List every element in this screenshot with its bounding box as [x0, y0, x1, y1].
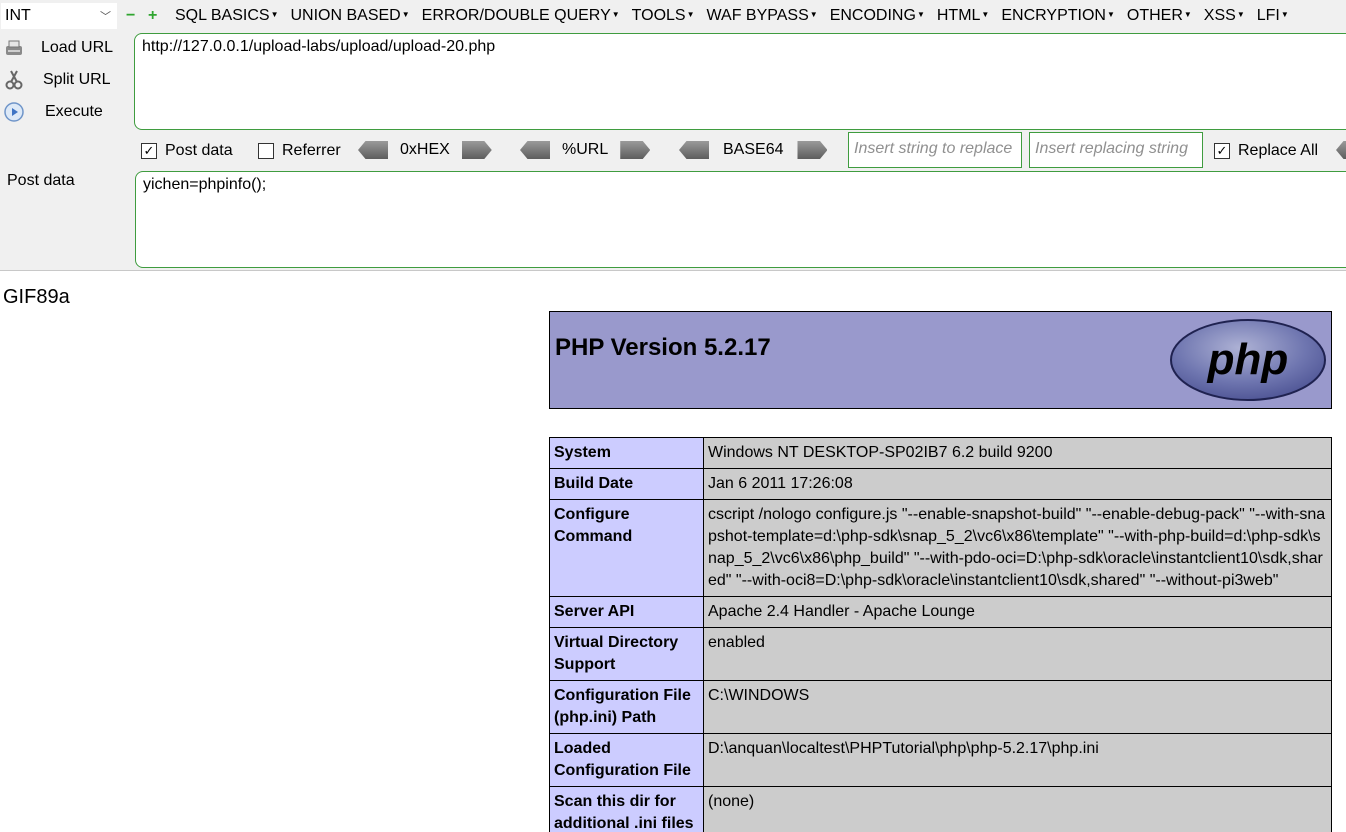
table-row: Configure Command cscript /nologo config… — [549, 499, 1332, 597]
replace-string-input[interactable]: Insert string to replace — [848, 132, 1022, 168]
split-url-button[interactable]: Split URL — [0, 66, 111, 94]
base64-decode-arrow-icon[interactable] — [679, 141, 709, 159]
menu-lfi[interactable]: LFI▼ — [1257, 7, 1289, 25]
post-data-label: Post data — [7, 172, 75, 189]
menu-items: SQL BASICS▼ UNION BASED▼ ERROR/DOUBLE QU… — [175, 0, 1301, 32]
table-row: Virtual Directory Support enabled — [549, 627, 1332, 681]
base64-encoder: BASE64 — [679, 141, 828, 159]
row-value: Jan 6 2011 17:26:08 — [703, 468, 1332, 500]
injection-type-select[interactable]: INT ﹀ — [0, 2, 118, 30]
replace-all-label: Replace All — [1238, 142, 1319, 159]
hex-encode-arrow-icon[interactable] — [461, 141, 492, 159]
row-value: Windows NT DESKTOP-SP02IB7 6.2 build 920… — [703, 437, 1332, 469]
load-url-button[interactable]: Load URL — [0, 34, 113, 62]
row-key: Configuration File (php.ini) Path — [549, 680, 704, 734]
load-url-label: Load URL — [41, 39, 114, 56]
plus-button[interactable]: + — [148, 8, 157, 24]
base64-encode-arrow-icon[interactable] — [797, 141, 828, 159]
php-logo-icon: php — [1170, 319, 1326, 401]
options-row: ✓ Post data Referrer 0xHEX %URL BASE64 I… — [0, 132, 1346, 168]
replace-all-checkbox[interactable]: ✓ Replace All — [1214, 142, 1318, 160]
menu-union-based[interactable]: UNION BASED▼ — [290, 7, 409, 25]
split-url-label: Split URL — [43, 71, 111, 88]
hex-encoder: 0xHEX — [358, 141, 492, 159]
row-key: Build Date — [549, 468, 704, 500]
row-value: enabled — [703, 627, 1332, 681]
hackbar-toolbar: INT ﹀ − + SQL BASICS▼ UNION BASED▼ ERROR… — [0, 0, 1346, 271]
hex-label: 0xHEX — [400, 141, 450, 158]
menu-bar: INT ﹀ − + SQL BASICS▼ UNION BASED▼ ERROR… — [0, 0, 1346, 32]
menu-encryption[interactable]: ENCRYPTION▼ — [1001, 7, 1115, 25]
php-version-title: PHP Version 5.2.17 — [555, 334, 771, 361]
row-value: D:\anquan\localtest\PHPTutorial\php\php-… — [703, 733, 1332, 787]
play-icon — [4, 102, 24, 122]
menu-error-double-query[interactable]: ERROR/DOUBLE QUERY▼ — [422, 7, 620, 25]
injection-type-value: INT — [5, 7, 31, 24]
row-value: cscript /nologo configure.js "--enable-s… — [703, 499, 1332, 597]
chevron-down-icon: ﹀ — [100, 11, 111, 23]
post-data-input[interactable]: yichen=phpinfo(); — [135, 171, 1346, 268]
execute-button[interactable]: Execute — [0, 98, 103, 126]
row-value: Apache 2.4 Handler - Apache Lounge — [703, 596, 1332, 628]
empty-checkbox-icon — [258, 143, 274, 159]
menu-xss[interactable]: XSS▼ — [1204, 7, 1245, 25]
table-row: Build Date Jan 6 2011 17:26:08 — [549, 468, 1332, 500]
table-row: Scan this dir for additional .ini files … — [549, 786, 1332, 832]
menu-tools[interactable]: TOOLS▼ — [632, 7, 695, 25]
row-key: Server API — [549, 596, 704, 628]
menu-html[interactable]: HTML▼ — [937, 7, 989, 25]
post-data-checkbox[interactable]: ✓ Post data — [141, 142, 233, 160]
replace-arrow — [1336, 141, 1346, 159]
base64-label: BASE64 — [723, 141, 784, 158]
menu-waf-bypass[interactable]: WAF BYPASS▼ — [707, 7, 818, 25]
menu-other[interactable]: OTHER▼ — [1127, 7, 1192, 25]
row-key: Configure Command — [549, 499, 704, 597]
url-enc-label: %URL — [562, 141, 609, 158]
menu-sql-basics[interactable]: SQL BASICS▼ — [175, 7, 278, 25]
referrer-checkbox-label: Referrer — [282, 142, 341, 159]
table-row: Configuration File (php.ini) Path C:\WIN… — [549, 680, 1332, 734]
row-value: C:\WINDOWS — [703, 680, 1332, 734]
url-decode-arrow-icon[interactable] — [520, 141, 550, 159]
post-data-checkbox-label: Post data — [165, 142, 233, 159]
row-key: Virtual Directory Support — [549, 627, 704, 681]
checkmark-icon: ✓ — [1214, 143, 1230, 159]
replace-arrow-icon[interactable] — [1336, 141, 1346, 159]
url-encoder: %URL — [520, 141, 651, 159]
execute-label: Execute — [45, 103, 103, 120]
referrer-checkbox[interactable]: Referrer — [258, 142, 341, 160]
menu-encoding[interactable]: ENCODING▼ — [830, 7, 925, 25]
gif-header-text: GIF89a — [3, 286, 70, 308]
url-input[interactable]: http://127.0.0.1/upload-labs/upload/uplo… — [134, 33, 1346, 130]
row-key: System — [549, 437, 704, 469]
minus-button[interactable]: − — [126, 8, 135, 24]
row-key: Scan this dir for additional .ini files — [549, 786, 704, 832]
checkmark-icon: ✓ — [141, 143, 157, 159]
load-url-icon — [6, 40, 22, 55]
table-row: Loaded Configuration File D:\anquan\loca… — [549, 733, 1332, 787]
row-value: (none) — [703, 786, 1332, 832]
phpinfo-table: System Windows NT DESKTOP-SP02IB7 6.2 bu… — [549, 437, 1332, 832]
url-encode-arrow-icon[interactable] — [620, 141, 651, 159]
table-row: System Windows NT DESKTOP-SP02IB7 6.2 bu… — [549, 437, 1332, 469]
row-key: Loaded Configuration File — [549, 733, 704, 787]
hex-decode-arrow-icon[interactable] — [358, 141, 388, 159]
replacing-string-input[interactable]: Insert replacing string — [1029, 132, 1203, 168]
table-row: Server API Apache 2.4 Handler - Apache L… — [549, 596, 1332, 628]
scissors-icon — [5, 70, 23, 90]
phpinfo-header: PHP Version 5.2.17 php — [549, 311, 1332, 409]
php-logo-text: php — [1207, 335, 1289, 384]
